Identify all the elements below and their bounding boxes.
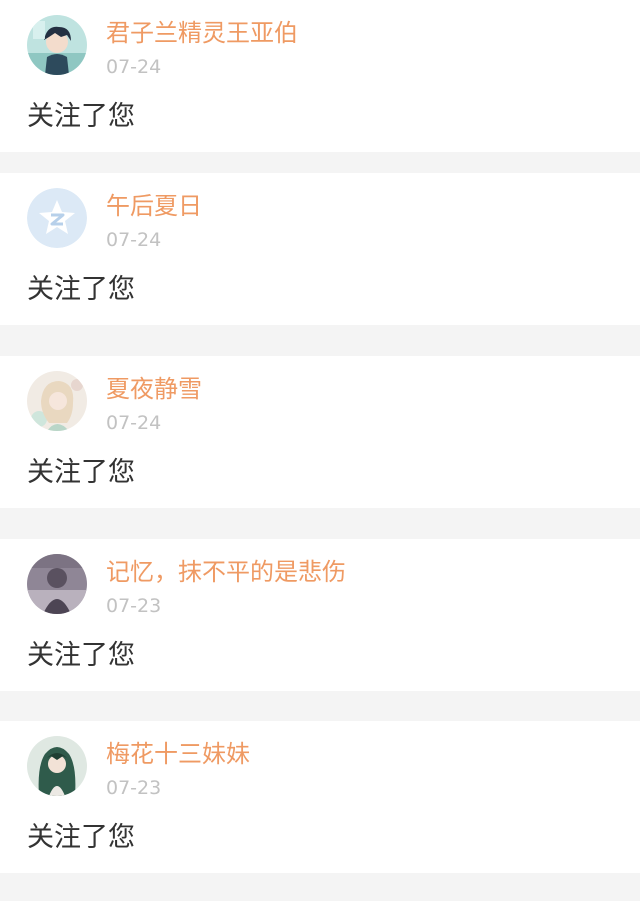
timestamp: 07-24 (106, 56, 162, 78)
username[interactable]: 梅花十三妹妹 (106, 738, 250, 770)
notification-text: 关注了您 (27, 640, 135, 671)
avatar[interactable] (27, 554, 87, 614)
username[interactable]: 记忆，抹不平的是悲伤 (106, 556, 346, 588)
default-star-avatar-icon (27, 188, 87, 248)
dark-portrait-avatar-icon (27, 554, 87, 614)
notification-text: 关注了您 (27, 101, 135, 132)
avatar[interactable] (27, 15, 87, 75)
username[interactable]: 夏夜静雪 (106, 373, 202, 405)
anime-boy-avatar-icon (27, 15, 87, 75)
notification-item[interactable]: 梅花十三妹妹 07-23 关注了您 (0, 721, 640, 873)
notification-item[interactable]: 记忆，抹不平的是悲伤 07-23 关注了您 (0, 539, 640, 691)
avatar[interactable] (27, 736, 87, 796)
timestamp: 07-23 (106, 595, 162, 617)
username[interactable]: 午后夏日 (106, 190, 202, 222)
notification-text: 关注了您 (27, 274, 135, 305)
timestamp: 07-24 (106, 412, 162, 434)
avatar[interactable] (27, 371, 87, 431)
notification-item[interactable]: 夏夜静雪 07-24 关注了您 (0, 356, 640, 508)
timestamp: 07-23 (106, 777, 162, 799)
avatar[interactable] (27, 188, 87, 248)
username[interactable]: 君子兰精灵王亚伯 (106, 17, 298, 49)
notification-item[interactable]: 午后夏日 07-24 关注了您 (0, 173, 640, 325)
anime-girl-avatar-icon (27, 371, 87, 431)
notification-item[interactable]: 君子兰精灵王亚伯 07-24 关注了您 (0, 0, 640, 152)
anime-green-hair-avatar-icon (27, 736, 87, 796)
notification-text: 关注了您 (27, 822, 135, 853)
follower-notification-feed: 君子兰精灵王亚伯 07-24 关注了您 午后夏日 07-24 关注了您 夏夜静雪… (0, 0, 640, 901)
timestamp: 07-24 (106, 229, 162, 251)
notification-text: 关注了您 (27, 457, 135, 488)
